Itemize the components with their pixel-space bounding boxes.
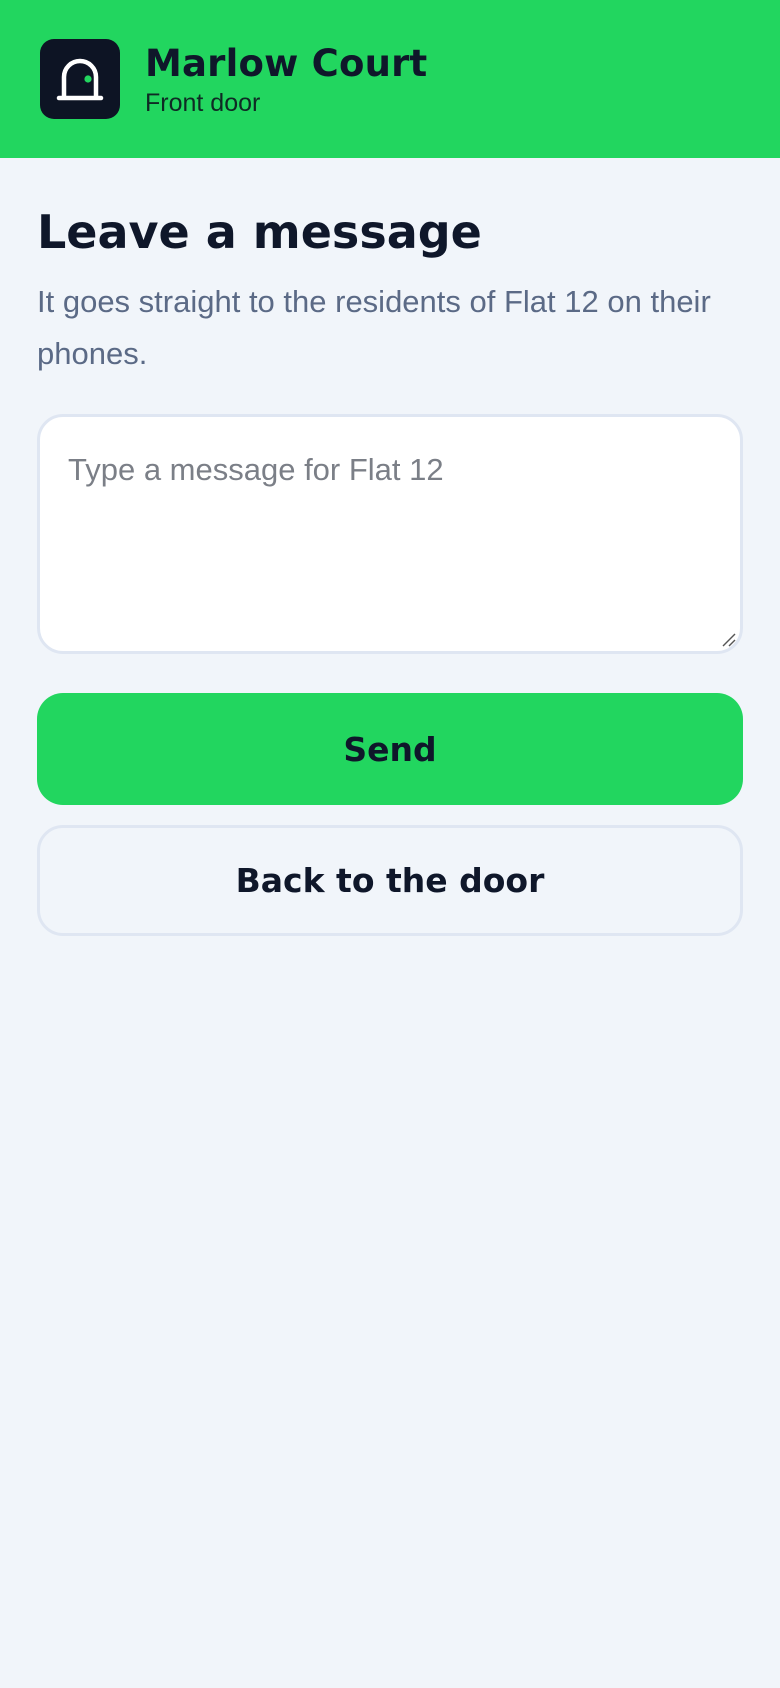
back-to-door-button[interactable]: Back to the door (37, 825, 743, 936)
send-button[interactable]: Send (37, 693, 743, 805)
header-text: Marlow Court Front door (145, 40, 427, 118)
entrance-name: Front door (145, 89, 261, 117)
app-header: Marlow Court Front door (0, 0, 780, 158)
message-field-container (37, 414, 743, 654)
page-title: Leave a message (37, 205, 482, 259)
building-name: Marlow Court (145, 42, 428, 85)
door-icon (40, 39, 120, 119)
message-input[interactable] (40, 417, 740, 651)
page-subtitle: It goes straight to the residents of Fla… (37, 284, 711, 371)
resize-grip-icon[interactable] (720, 631, 736, 647)
